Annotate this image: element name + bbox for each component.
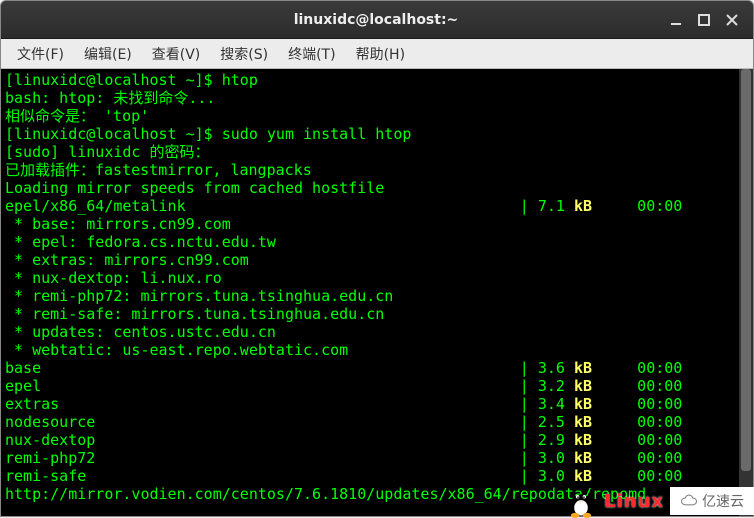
terminal-line: Loading mirror speeds from cached hostfi… [5,179,735,197]
terminal-output-area[interactable]: [linuxidc@localhost ~]$ htopbash: htop: … [1,69,739,516]
menubar: 文件(F) 编辑(E) 查看(V) 搜索(S) 终端(T) 帮助(H) [1,39,753,69]
menu-help[interactable]: 帮助(H) [346,40,415,68]
terminal-line: 已加载插件：fastestmirror, langpacks [5,161,735,179]
menu-edit[interactable]: 编辑(E) [74,40,142,68]
terminal-line: * webtatic: us-east.repo.webtatic.com [5,341,735,359]
window-title: linuxidc@localhost:~ [89,12,663,28]
maximize-icon [698,14,710,26]
terminal-line: * base: mirrors.cn99.com [5,215,735,233]
terminal-area-wrap: [linuxidc@localhost ~]$ htopbash: htop: … [1,69,753,516]
terminal-line: http://mirror.vodien.com/centos/7.6.1810… [5,485,735,503]
menu-terminal[interactable]: 终端(T) [278,40,345,68]
terminal-line: bash: htop: 未找到命令... [5,89,735,107]
minimize-button[interactable] [663,9,689,31]
maximize-button[interactable] [691,9,717,31]
terminal-line: 相似命令是： 'top' [5,107,735,125]
menu-search[interactable]: 搜索(S) [210,40,278,68]
minimize-icon [670,14,682,26]
terminal-line: nodesource | 2.5 kB 00:00 [5,413,735,431]
close-icon [726,14,738,26]
terminal-line: [linuxidc@localhost ~]$ sudo yum install… [5,125,735,143]
terminal-line: nux-dextop | 2.9 kB 00:00 [5,431,735,449]
terminal-line: * nux-dextop: li.nux.ro [5,269,735,287]
terminal-line: [linuxidc@localhost ~]$ htop [5,71,735,89]
terminal-line: * epel: fedora.cs.nctu.edu.tw [5,233,735,251]
terminal-line: * extras: mirrors.cn99.com [5,251,735,269]
titlebar: linuxidc@localhost:~ [1,1,753,39]
menu-file[interactable]: 文件(F) [7,40,74,68]
window-buttons [663,9,745,31]
terminal-line: * updates: centos.ustc.edu.cn [5,323,735,341]
terminal-line: extras | 3.4 kB 00:00 [5,395,735,413]
scroll-thumb[interactable] [741,69,751,471]
scrollbar[interactable] [739,69,753,516]
terminal-line: remi-safe | 3.0 kB 00:00 [5,467,735,485]
terminal-line: * remi-php72: mirrors.tuna.tsinghua.edu.… [5,287,735,305]
terminal-line: base | 3.6 kB 00:00 [5,359,735,377]
menu-view[interactable]: 查看(V) [142,40,211,68]
terminal-line: [sudo] linuxidc 的密码： [5,143,735,161]
terminal-window: linuxidc@localhost:~ 文件(F) 编辑(E) 查看(V) 搜… [0,0,754,517]
terminal-line: epel/x86_64/metalink | 7.1 kB 00:00 [5,197,735,215]
close-button[interactable] [719,9,745,31]
terminal-line: epel | 3.2 kB 00:00 [5,377,735,395]
terminal-line: remi-php72 | 3.0 kB 00:00 [5,449,735,467]
terminal-line: * remi-safe: mirrors.tuna.tsinghua.edu.c… [5,305,735,323]
